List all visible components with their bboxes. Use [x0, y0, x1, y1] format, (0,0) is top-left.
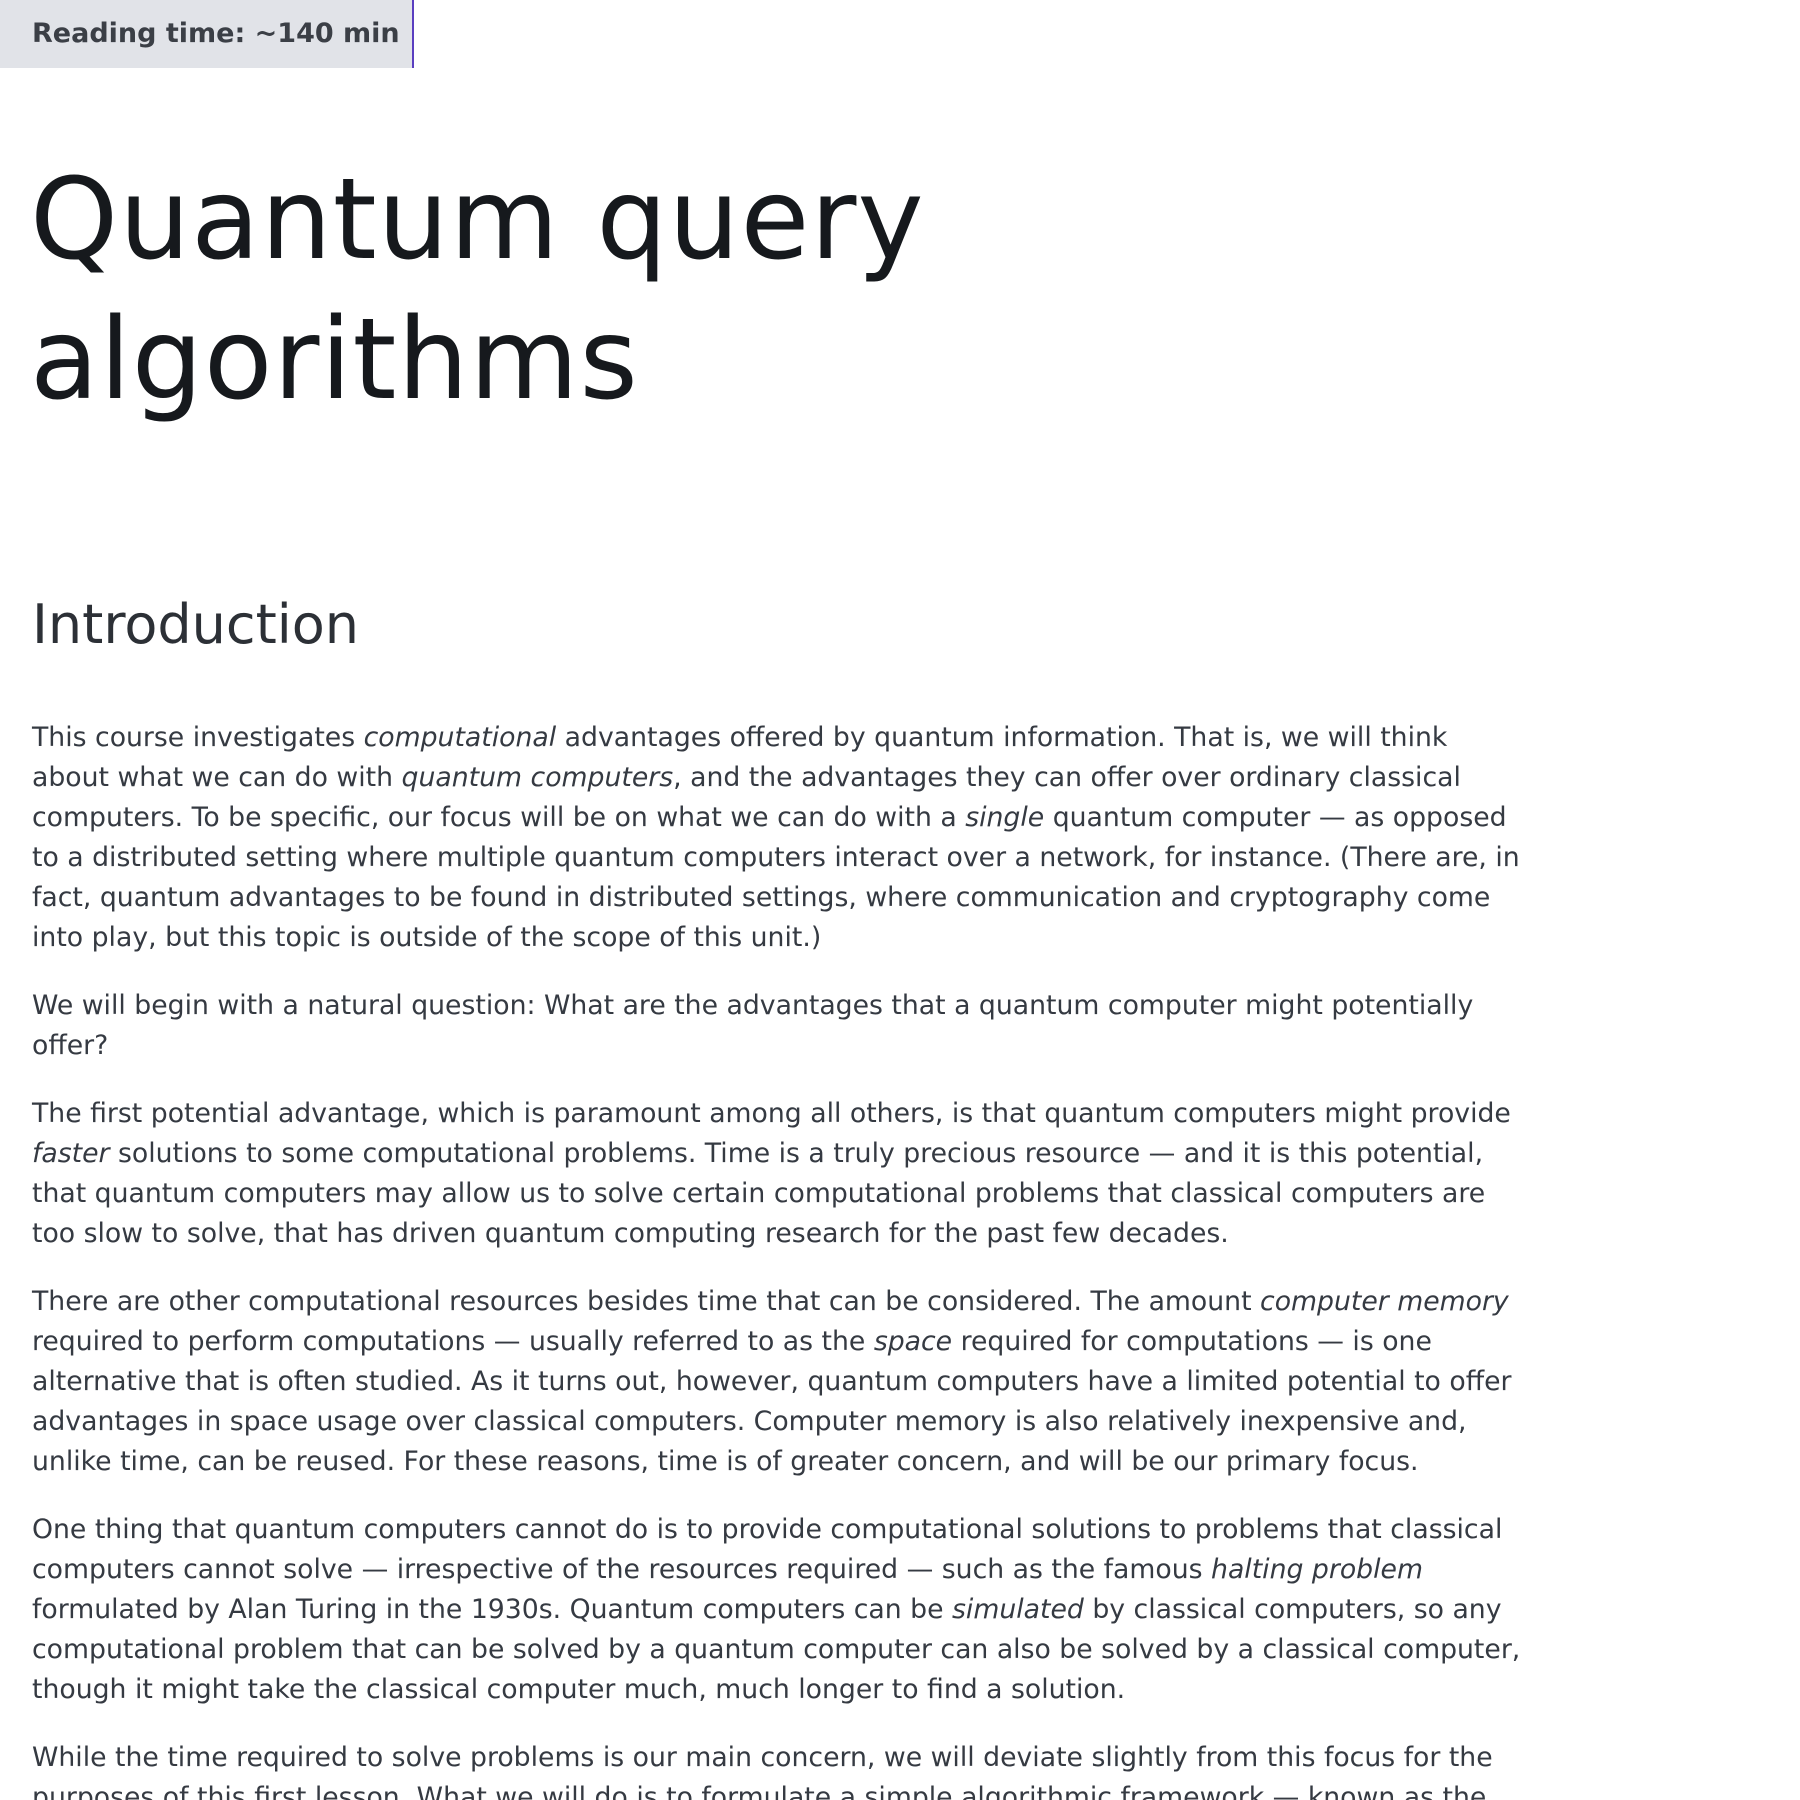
- article-body: This course investigates computational a…: [32, 718, 1520, 1800]
- paragraph-text: The first potential advantage, which is …: [32, 1098, 1511, 1129]
- paragraph-text: purposes of this first lesson. What we w…: [32, 1782, 1487, 1800]
- paragraph-text: There are other computational resources …: [32, 1286, 1261, 1317]
- paragraph: While the time required to solve problem…: [32, 1738, 1493, 1800]
- paragraph-text: computational problem that can be solved…: [32, 1634, 1521, 1665]
- paragraph-text: We will begin with a natural question: W…: [32, 990, 1474, 1021]
- paragraph-text: required to perform computations — usual…: [32, 1326, 874, 1357]
- page-title-line-1: Quantum query: [30, 155, 925, 285]
- paragraph-text: solutions to some computational problems…: [109, 1138, 1484, 1169]
- paragraph-text: alternative that is often studied. As it…: [32, 1366, 1512, 1397]
- paragraph-text: into play, but this topic is outside of …: [32, 922, 822, 953]
- paragraph-text: by classical computers, so any: [1083, 1594, 1502, 1625]
- paragraph-text: about what we can do with: [32, 762, 402, 793]
- paragraph: There are other computational resources …: [32, 1282, 1511, 1482]
- emphasis-text: computational: [363, 722, 557, 753]
- emphasis-text: space: [873, 1326, 953, 1357]
- paragraph-text: , and the advantages they can offer over…: [673, 762, 1461, 793]
- page-title-line-2: algorithms: [30, 295, 639, 425]
- paragraph-text: too slow to solve, that has driven quant…: [32, 1218, 1229, 1249]
- paragraph-text: One thing that quantum computers cannot …: [32, 1514, 1503, 1545]
- paragraph-text: that quantum computers may allow us to s…: [32, 1178, 1486, 1209]
- reading-time-badge: Reading time: ~140 min: [0, 0, 414, 68]
- emphasis-text: simulated: [952, 1594, 1084, 1625]
- emphasis-text: computer memory: [1260, 1286, 1509, 1317]
- paragraph-text: required for computations — is one: [952, 1326, 1432, 1357]
- paragraph-text: fact, quantum advantages to be found in …: [32, 882, 1491, 913]
- paragraph: One thing that quantum computers cannot …: [32, 1510, 1520, 1710]
- paragraph: The first potential advantage, which is …: [32, 1094, 1511, 1254]
- section-heading-introduction: Introduction: [32, 593, 360, 656]
- paragraph-text: unlike time, can be reused. For these re…: [32, 1446, 1419, 1477]
- paragraph-text: advantages in space usage over classical…: [32, 1406, 1467, 1437]
- paragraph: We will begin with a natural question: W…: [32, 986, 1473, 1066]
- paragraph: This course investigates computational a…: [32, 718, 1520, 958]
- emphasis-text: quantum computers: [401, 762, 674, 793]
- paragraph-text: While the time required to solve problem…: [32, 1742, 1493, 1773]
- emphasis-text: single: [965, 802, 1045, 833]
- paragraph-text: offer?: [32, 1030, 109, 1061]
- paragraph-text: to a distributed setting where multiple …: [32, 842, 1520, 873]
- emphasis-text: halting problem: [1211, 1554, 1423, 1585]
- paragraph-text: computers cannot solve — irrespective of…: [32, 1554, 1212, 1585]
- paragraph-text: quantum computer — as opposed: [1044, 802, 1507, 833]
- paragraph-text: computers. To be specific, our focus wil…: [32, 802, 966, 833]
- paragraph-text: formulated by Alan Turing in the 1930s. …: [32, 1594, 953, 1625]
- emphasis-text: faster: [32, 1138, 110, 1169]
- page-title: Quantum query algorithms: [30, 150, 1030, 430]
- paragraph-text: though it might take the classical compu…: [32, 1674, 1126, 1705]
- paragraph-text: This course investigates: [32, 722, 364, 753]
- paragraph-text: advantages offered by quantum informatio…: [556, 722, 1448, 753]
